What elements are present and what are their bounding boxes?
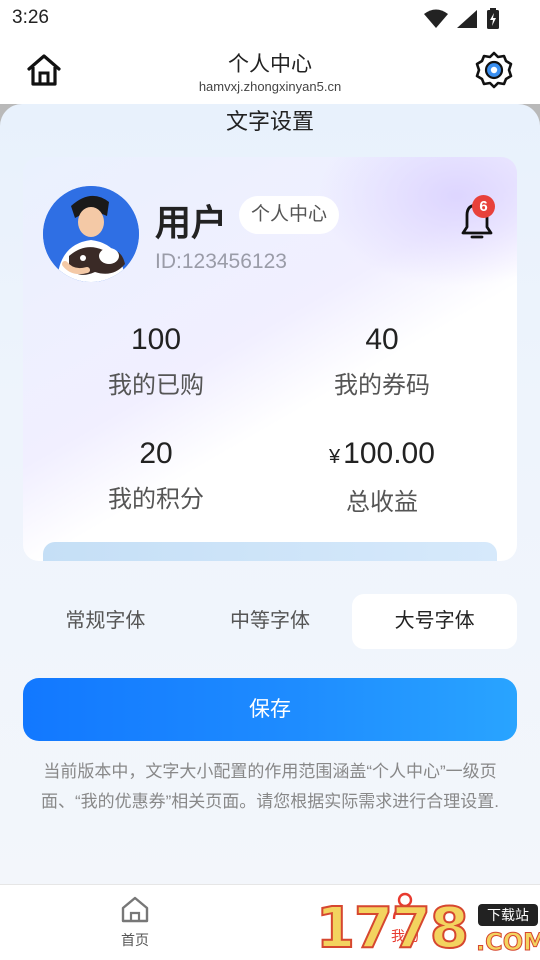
nav-home[interactable]: 首页 xyxy=(104,895,166,950)
settings-notice: 当前版本中，文字大小配置的作用范围涵盖“个人中心”一级页面、“我的优惠券”相关页… xyxy=(40,762,500,811)
stat-label: 我的已购 xyxy=(108,372,204,399)
font-size-selector: 常规字体 中等字体 大号字体 xyxy=(23,594,518,649)
home-outline-icon xyxy=(121,896,149,923)
app-header: 个人中心 hamvxj.zhongxinyan5.cn xyxy=(0,36,540,104)
user-tag: 个人中心 xyxy=(239,196,340,234)
gear-icon xyxy=(475,51,513,89)
watermark-number: 1778 xyxy=(315,896,470,960)
notification-badge: 6 xyxy=(472,195,495,218)
stat-value: 20 xyxy=(139,437,173,470)
page-url: hamvxj.zhongxinyan5.cn xyxy=(198,79,342,94)
stat-points[interactable]: 20 我的积分 xyxy=(56,435,256,514)
currency-symbol: ¥ xyxy=(329,446,341,468)
profile-preview-card: 用户 个人中心 ID:123456123 6 100 我的已购 40 我的券码 … xyxy=(23,157,517,561)
status-bar: 3:26 xyxy=(0,0,540,36)
wifi-icon xyxy=(424,9,448,28)
watermark-suffix: .COM xyxy=(475,928,540,957)
avatar xyxy=(43,186,139,282)
sheet-title: 文字设置 xyxy=(225,109,314,134)
watermark-tag: 下载站 xyxy=(478,904,538,926)
stat-purchased[interactable]: 100 我的已购 xyxy=(56,321,256,400)
user-avatar-illustration xyxy=(43,186,139,282)
stat-coupon-codes[interactable]: 40 我的券码 xyxy=(282,321,482,400)
save-button[interactable]: 保存 xyxy=(23,678,517,741)
battery-icon xyxy=(487,8,499,29)
status-icons xyxy=(424,8,500,30)
settings-button[interactable] xyxy=(474,50,514,90)
user-id: ID:123456123 xyxy=(155,250,287,273)
promo-banner[interactable] xyxy=(43,542,497,561)
stat-label: 总收益 xyxy=(346,489,418,516)
font-option-regular[interactable]: 常规字体 xyxy=(23,594,188,649)
user-name: 用户 xyxy=(155,202,228,243)
nav-home-label: 首页 xyxy=(121,932,149,948)
stat-value: 100 xyxy=(130,323,182,356)
stat-total-earnings[interactable]: ¥100.00 总收益 xyxy=(282,435,482,517)
font-option-large[interactable]: 大号字体 xyxy=(352,594,518,649)
font-settings-sheet: 文字设置 用户 个人中心 ID:123456123 6 100 我的已购 40 … xyxy=(0,104,540,884)
page-title: 个人中心 xyxy=(228,53,312,76)
site-watermark: 1778 下载站 .COM xyxy=(315,896,540,960)
stat-value: 40 xyxy=(365,323,399,356)
status-time: 3:26 xyxy=(12,7,49,28)
stat-amount: 100.00 xyxy=(343,437,435,470)
stat-label: 我的积分 xyxy=(108,486,204,513)
font-option-medium[interactable]: 中等字体 xyxy=(188,594,353,649)
stat-label: 我的券码 xyxy=(334,372,430,399)
signal-icon xyxy=(457,10,477,28)
stat-value: ¥100.00 xyxy=(282,435,482,476)
